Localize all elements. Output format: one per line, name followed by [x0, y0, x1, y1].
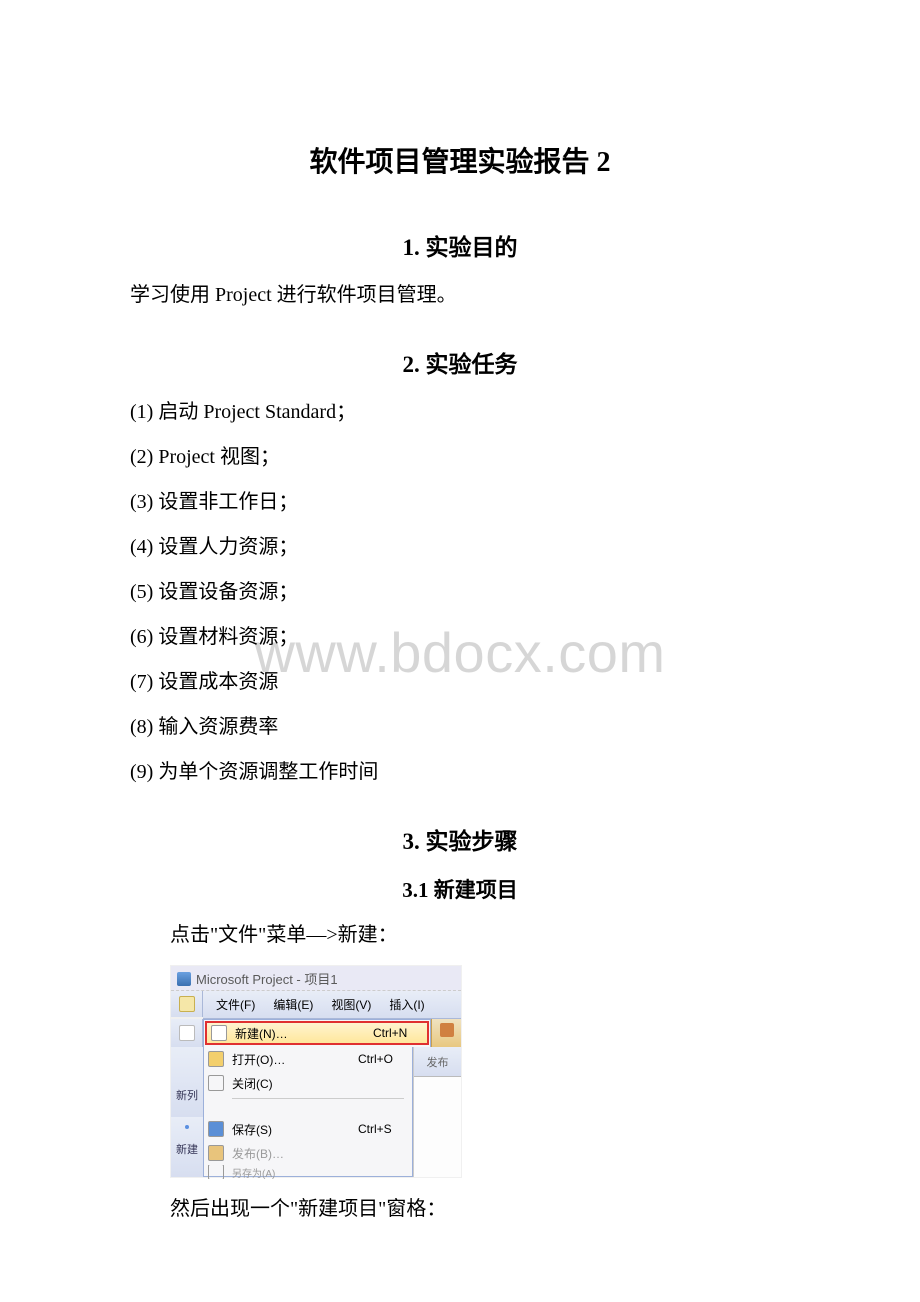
blank-page-icon [211, 1025, 227, 1041]
right-panel: 发布 [413, 1047, 461, 1117]
section-3-1-heading: 3.1 新建项目 [130, 874, 790, 904]
list-item: (5) 设置设备资源； [130, 577, 790, 608]
folder-open-icon [208, 1051, 224, 1067]
left-sidebar: 新列 [171, 1047, 203, 1117]
menu-open[interactable]: 打开(O)… Ctrl+O [204, 1047, 412, 1071]
menu-publish: 发布(B)… [204, 1141, 412, 1165]
right-panel-2 [413, 1117, 461, 1177]
menu-new-shortcut: Ctrl+N [373, 1026, 421, 1040]
embedded-screenshot: Microsoft Project - 项目1 文件(F) 编辑(E) 视图(V… [130, 965, 790, 1178]
doc-icon [179, 996, 195, 1012]
spacer-icon [208, 1075, 224, 1091]
list-item: (7) 设置成本资源 [130, 667, 790, 698]
new-doc-icon[interactable] [179, 1025, 195, 1041]
section-3-heading: 3. 实验步骤 [130, 822, 790, 856]
section-2-heading: 2. 实验任务 [130, 345, 790, 379]
menu-new[interactable]: 新建(N)… Ctrl+N [205, 1021, 429, 1045]
menu-saveas[interactable]: 另存为(A) [204, 1165, 412, 1179]
right-toolbar [431, 1019, 461, 1047]
list-item: (8) 输入资源费率 [130, 712, 790, 743]
menu-close[interactable]: 关闭(C) [204, 1071, 412, 1095]
tool-icon[interactable] [440, 1023, 454, 1037]
app-title-text: Microsoft Project - 项目1 [196, 969, 338, 988]
menu-new-label: 新建(N)… [235, 1025, 365, 1042]
menu-insert[interactable]: 插入(I) [382, 995, 431, 1014]
menu-edit[interactable]: 编辑(E) [266, 995, 320, 1014]
menu-file[interactable]: 文件(F) [209, 995, 262, 1014]
menu-save-label: 保存(S) [232, 1121, 350, 1138]
list-item: (1) 启动 Project Standard； [130, 397, 790, 428]
list-item: (6) 设置材料资源； [130, 622, 790, 653]
menu-separator [204, 1095, 412, 1101]
list-item: (3) 设置非工作日； [130, 487, 790, 518]
menu-publish-label: 发布(B)… [232, 1145, 350, 1162]
section-1-body: 学习使用 Project 进行软件项目管理。 [130, 280, 790, 311]
menu-save-shortcut: Ctrl+S [358, 1122, 406, 1136]
list-item: (4) 设置人力资源； [130, 532, 790, 563]
menu-open-label: 打开(O)… [232, 1051, 350, 1068]
sidebar-label-new2: 新建 [176, 1141, 198, 1157]
menu-view[interactable]: 视图(V) [324, 995, 378, 1014]
list-item: (2) Project 视图； [130, 442, 790, 473]
menu-open-shortcut: Ctrl+O [358, 1052, 406, 1066]
step-text-1: 点击"文件"菜单—>新建： [130, 920, 790, 951]
save-icon [208, 1121, 224, 1137]
publish-icon [208, 1145, 224, 1161]
sidebar-label-new: 新列 [176, 1087, 198, 1103]
step-text-2: 然后出现一个"新建项目"窗格： [130, 1194, 790, 1225]
right-panel-tab[interactable]: 发布 [414, 1047, 461, 1077]
doc-title: 软件项目管理实验报告 2 [130, 140, 790, 180]
menu-save[interactable]: 保存(S) Ctrl+S [204, 1117, 412, 1141]
menu-close-label: 关闭(C) [232, 1075, 350, 1092]
left-sidebar-2: 新建 [171, 1117, 203, 1177]
task-list: (1) 启动 Project Standard； (2) Project 视图；… [130, 397, 790, 788]
project-app-icon [177, 972, 191, 986]
section-1-heading: 1. 实验目的 [130, 228, 790, 262]
list-item: (9) 为单个资源调整工作时间 [130, 757, 790, 788]
app-titlebar: Microsoft Project - 项目1 [171, 966, 461, 991]
sidebar-circle-icon[interactable] [185, 1125, 189, 1129]
